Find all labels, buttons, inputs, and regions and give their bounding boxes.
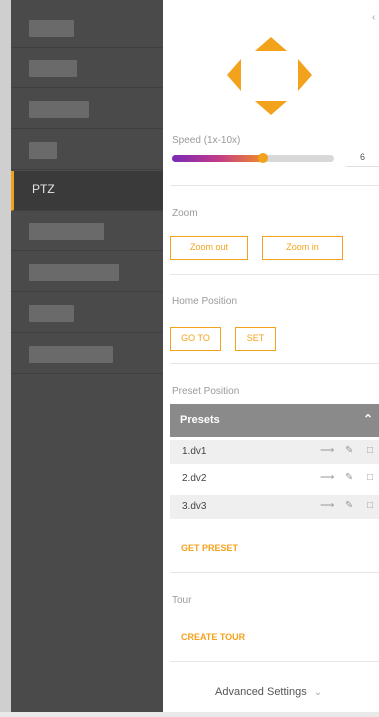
advanced-settings-toggle[interactable]: Advanced Settings ⌄ [215,686,322,698]
sidebar-item-label-redacted [29,264,119,281]
chevron-up-icon[interactable]: ⌃ [363,412,373,426]
list-item[interactable]: 2.dv2 ⟶ ✎ □ [170,467,379,491]
sidebar-item-4[interactable] [11,130,163,170]
sidebar-item-6[interactable] [11,211,163,251]
sidebar-item-8[interactable] [11,293,163,333]
arrow-down-icon[interactable] [255,101,287,115]
sidebar-item-1[interactable] [11,8,163,48]
arrow-up-icon[interactable] [255,37,287,51]
divider [170,363,379,364]
speed-value-text: 6 [359,152,365,162]
pencil-icon[interactable]: ✎ [345,500,353,511]
speed-value[interactable]: 6 [346,152,379,167]
trash-icon[interactable]: □ [367,472,373,483]
speed-label: Speed (1x-10x) [172,135,241,146]
preset-position-label: Preset Position [172,386,240,397]
sidebar-item-label-redacted [29,305,74,322]
sidebar-item-label-redacted [29,101,89,118]
sidebar-item-ptz[interactable]: PTZ [11,171,163,211]
go-arrow-icon[interactable]: ⟶ [320,445,334,456]
sidebar: PTZ [11,0,163,717]
sidebar-item-label-redacted [29,20,74,37]
sidebar-item-label: PTZ [32,182,55,196]
go-arrow-icon[interactable]: ⟶ [320,500,334,511]
sidebar-item-9[interactable] [11,334,163,374]
presets-header-label: Presets [180,414,220,426]
create-tour-link[interactable]: CREATE TOUR [181,632,245,642]
chevron-down-icon: ⌄ [313,687,323,698]
sidebar-item-label-redacted [29,60,77,77]
tour-label: Tour [172,595,192,606]
list-item[interactable]: 1.dv1 ⟶ ✎ □ [170,440,379,464]
get-preset-link[interactable]: GET PRESET [181,543,238,553]
preset-name: 2.dv2 [182,473,207,484]
preset-name: 3.dv3 [182,501,207,512]
zoom-out-button[interactable]: Zoom out [170,236,248,260]
pencil-icon[interactable]: ✎ [345,472,353,483]
divider [170,572,379,573]
home-position-label: Home Position [172,296,238,307]
trash-icon[interactable]: □ [367,500,373,511]
list-item[interactable]: 3.dv3 ⟶ ✎ □ [170,495,379,519]
divider [170,661,379,662]
sidebar-item-label-redacted [29,346,113,363]
zoom-label: Zoom [172,208,198,219]
sidebar-item-label-redacted [29,142,57,159]
set-button[interactable]: SET [235,327,276,351]
speed-slider-fill [172,155,263,162]
presets-header[interactable]: Presets ⌃ [170,404,379,437]
advanced-settings-label: Advanced Settings [215,686,307,698]
sidebar-item-label-redacted [29,223,104,240]
speed-slider-thumb[interactable] [258,153,268,163]
go-arrow-icon[interactable]: ⟶ [320,472,334,483]
sidebar-item-3[interactable] [11,89,163,129]
go-to-button[interactable]: GO TO [170,327,221,351]
zoom-in-button[interactable]: Zoom in [262,236,343,260]
arrow-right-icon[interactable] [298,59,312,91]
preset-name: 1.dv1 [182,446,207,457]
sidebar-item-2[interactable] [11,48,163,88]
divider [170,185,379,186]
sidebar-item-7[interactable] [11,252,163,292]
arrow-left-icon[interactable] [227,59,241,91]
trash-icon[interactable]: □ [367,445,373,456]
divider [170,274,379,275]
collapse-icon[interactable]: ‹ [372,12,375,23]
bottom-frame [0,712,379,717]
pencil-icon[interactable]: ✎ [345,445,353,456]
